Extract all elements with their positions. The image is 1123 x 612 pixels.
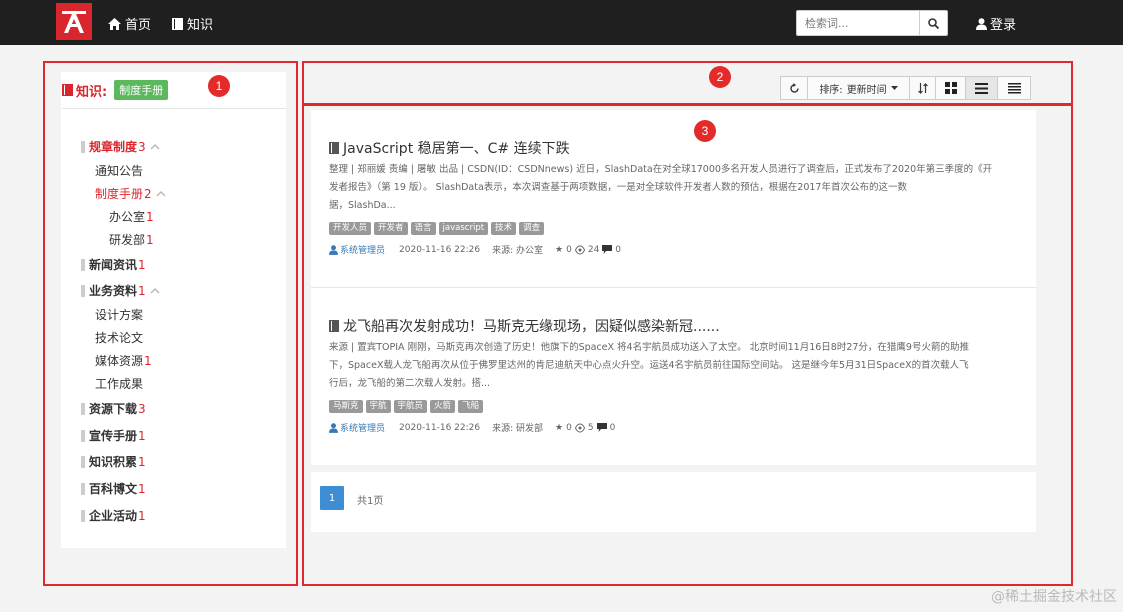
annotation-box-2: [302, 61, 1073, 105]
site-logo[interactable]: [56, 3, 92, 40]
search-input[interactable]: [796, 10, 920, 36]
top-navbar: 首页 知识 登录: [0, 0, 1123, 45]
annotation-marker-2: 2: [709, 66, 731, 88]
annotation-box-3: [302, 104, 1073, 586]
book-icon: [172, 17, 183, 30]
nav-knowledge-label: 知识: [187, 18, 214, 33]
search-button[interactable]: [919, 10, 948, 36]
login-link[interactable]: 登录: [976, 14, 1016, 33]
annotation-marker-3: 3: [694, 120, 716, 142]
user-icon: [976, 17, 987, 30]
annotation-box-1: [43, 61, 298, 586]
login-label: 登录: [990, 18, 1017, 33]
nav-home[interactable]: 首页: [108, 14, 151, 33]
watermark: @稀土掘金技术社区: [991, 589, 1117, 605]
home-icon: [108, 17, 121, 30]
search-icon: [928, 17, 939, 29]
nav-home-label: 首页: [125, 18, 152, 33]
annotation-marker-1: 1: [208, 75, 230, 97]
nav-knowledge[interactable]: 知识: [172, 14, 213, 33]
